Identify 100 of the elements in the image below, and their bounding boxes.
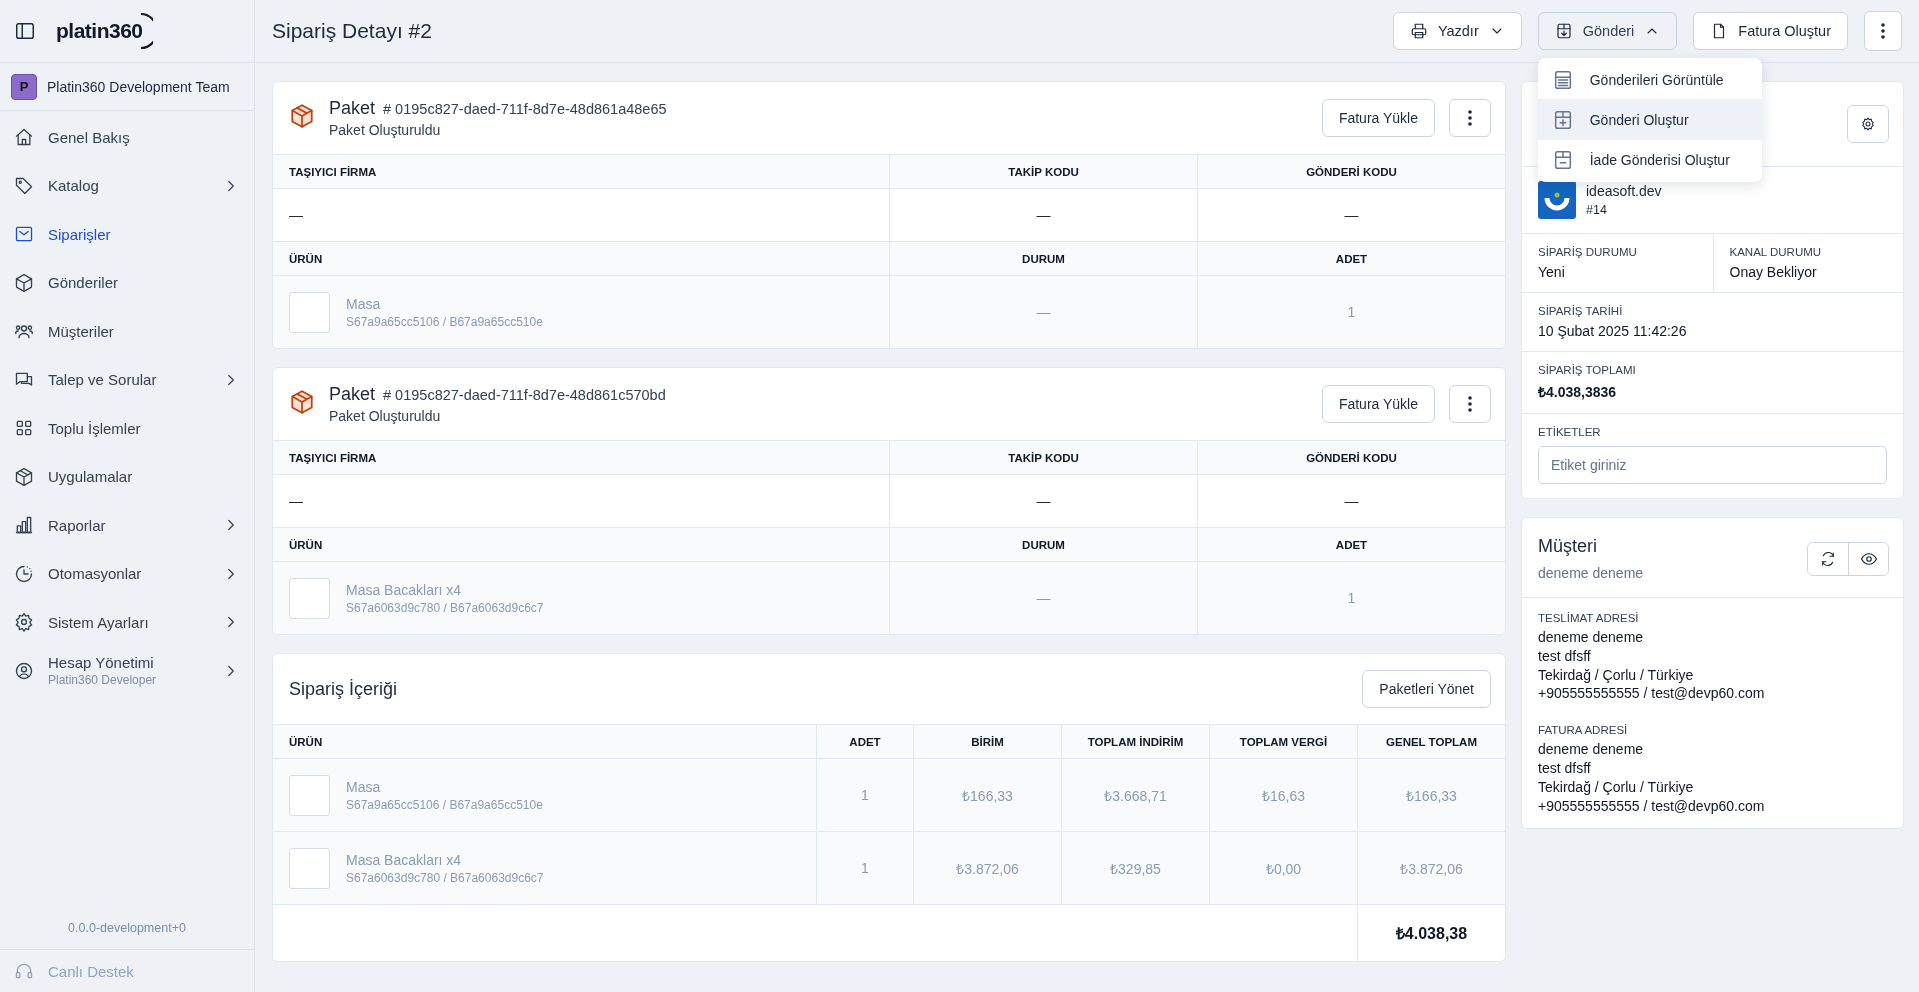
address-line: deneme deneme [1538,629,1645,646]
sidebar-item[interactable]: Hesap Yönetimi Platin360 Developer [0,646,254,695]
column-header: ADET [816,724,913,759]
sidebar-item[interactable]: Raporlar [0,501,254,550]
address-line: +905555555555 / test@devp60.com [1538,797,1766,815]
package-title: Paket [329,98,376,119]
brand-logo: platin360 [56,11,153,51]
page-title: Sipariş Detayı #2 [272,19,433,43]
settings-icon [1860,116,1876,132]
field-value: ₺4.038,3836 [1538,383,1618,401]
table-cell: 1 [1347,590,1356,606]
address-line: test dfsff [1538,647,1592,665]
team-avatar: P [11,73,37,100]
column-header: DURUM [889,527,1197,562]
product-name: Masa Bacakları x4 [346,851,463,868]
address-line: test dfsff [1538,760,1592,777]
sidebar-item[interactable]: Otomasyonlar [0,549,254,598]
column-header: TOPLAM VERGİ [1209,724,1357,759]
toolbar-button[interactable]: Yazdır [1392,12,1522,50]
package-status: Paket Oluşturuldu [329,408,442,424]
table-cell-text: ₺3.668,71 [1104,786,1167,805]
product-thumbnail [289,577,330,619]
menu-item[interactable]: Gönderi Oluştur [1537,100,1762,140]
address-line: Tekirdağ / Çorlu / Türkiye [1538,778,1695,796]
more-icon [1468,396,1472,412]
package-code: # 0195c827-daed-711f-8d7e-48d861c570bd [383,387,666,403]
sidebar-item[interactable]: Talep ve Sorular [0,355,254,404]
toolbar-button[interactable]: Gönderi [1537,12,1678,50]
table-cell: 1 [861,787,869,803]
field-value: Onay Bekliyor [1729,264,1818,280]
sidebar-item[interactable]: Müşteriler [0,307,254,356]
version-label: 0.0.0-development+0 [67,921,187,937]
menu-item[interactable]: İade Gönderisi Oluştur [1537,140,1762,180]
table-cell: — [1036,590,1051,606]
package-code: # 0195c827-daed-711f-8d7e-48d861a48e65 [383,101,667,117]
column-header: ÜRÜN [273,527,889,562]
sidebar-item[interactable]: Siparişler [0,210,254,259]
table-cell: 1 [1347,304,1356,320]
product-name: Masa [346,295,382,312]
product-sku: S67a6063d9c780 / B67a6063d9c6c7 [346,870,544,885]
product-sku: S67a9a65cc5106 / B67a9a65cc510e [346,797,543,812]
field-value: Yeni [1538,264,1566,280]
toolbar-button[interactable]: Fatura Oluştur [1693,12,1848,50]
column-header: BİRİM [913,724,1061,759]
product-name: Masa Bacakları x4 [346,581,463,598]
refresh-icon [1820,550,1836,567]
table-cell-text: ₺166,33 [962,786,1013,805]
more-icon [1881,23,1885,39]
team-name: Platin360 Development Team [47,78,230,95]
sidebar-item[interactable]: Uygulamalar [0,452,254,501]
cube-icon [14,466,34,487]
tag-input-field[interactable]: Etiket giriniz [1538,446,1887,484]
field-value: 10 Şubat 2025 11:42:26 [1538,323,1688,339]
column-header: ADET [1197,241,1505,276]
sidebar-item[interactable]: Gönderiler [0,258,254,307]
store-name: ideasoft.dev [1586,183,1662,199]
more-button[interactable] [1864,11,1902,51]
view-button[interactable] [1848,542,1888,575]
address-line: +905555555555 / test@devp60.com [1538,685,1766,703]
clock-icon [14,563,34,584]
tag-icon [14,175,34,196]
column-header: DURUM [889,241,1197,276]
column-header: GENEL TOPLAM [1357,724,1505,759]
product-sku: S67a6063d9c780 / B67a6063d9c6c7 [346,600,544,615]
more-button[interactable] [1449,99,1491,137]
settings-button[interactable] [1847,105,1889,143]
table-cell-text: — [288,492,304,511]
product-thumbnail [289,291,330,333]
package-status: Paket Oluşturuldu [329,122,442,138]
table-cell-text: ₺16,63 [1261,786,1305,805]
sidebar-toggle-icon [14,20,36,42]
package-icon [289,389,315,415]
table-cell-text: ₺329,85 [1110,859,1161,878]
address-label: TESLİMAT ADRESİ [1538,612,1640,624]
manage-packages-button[interactable]: Paketleri Yönet [1362,670,1491,708]
field-label: SİPARİŞ TOPLAMI [1538,364,1637,376]
column-header: GÖNDERİ KODU [1197,154,1505,189]
user-circle-icon [14,660,34,681]
more-button[interactable] [1449,385,1491,423]
upload-invoice-button[interactable]: Fatura Yükle [1321,385,1435,423]
package-title: Paket [329,384,376,405]
table-cell: — [1036,304,1051,320]
sidebar-item[interactable]: Sistem Ayarları [0,598,254,647]
settings-icon [14,612,34,633]
address-line: deneme deneme [1538,741,1645,758]
store-order-number: #14 [1586,203,1608,217]
box-download-icon [1554,22,1573,40]
sidebar-item[interactable]: Genel Bakış [0,113,254,162]
more-icon [1468,110,1472,126]
field-label: KANAL DURUMU [1729,246,1823,258]
upload-invoice-button[interactable]: Fatura Yükle [1321,99,1435,137]
address-line: Tekirdağ / Çorlu / Türkiye [1538,666,1695,684]
sidebar-item[interactable]: Toplu İşlemler [0,404,254,453]
table-cell-text: ₺0,00 [1265,859,1302,878]
customer-name: deneme deneme [1538,565,1645,581]
order-total: ₺4.038,38 [1395,924,1468,944]
sidebar-item[interactable]: Katalog [0,161,254,210]
column-header: TAŞIYICI FİRMA [273,154,889,189]
table-cell-text: ₺166,33 [1406,786,1457,805]
package-icon [289,103,315,129]
